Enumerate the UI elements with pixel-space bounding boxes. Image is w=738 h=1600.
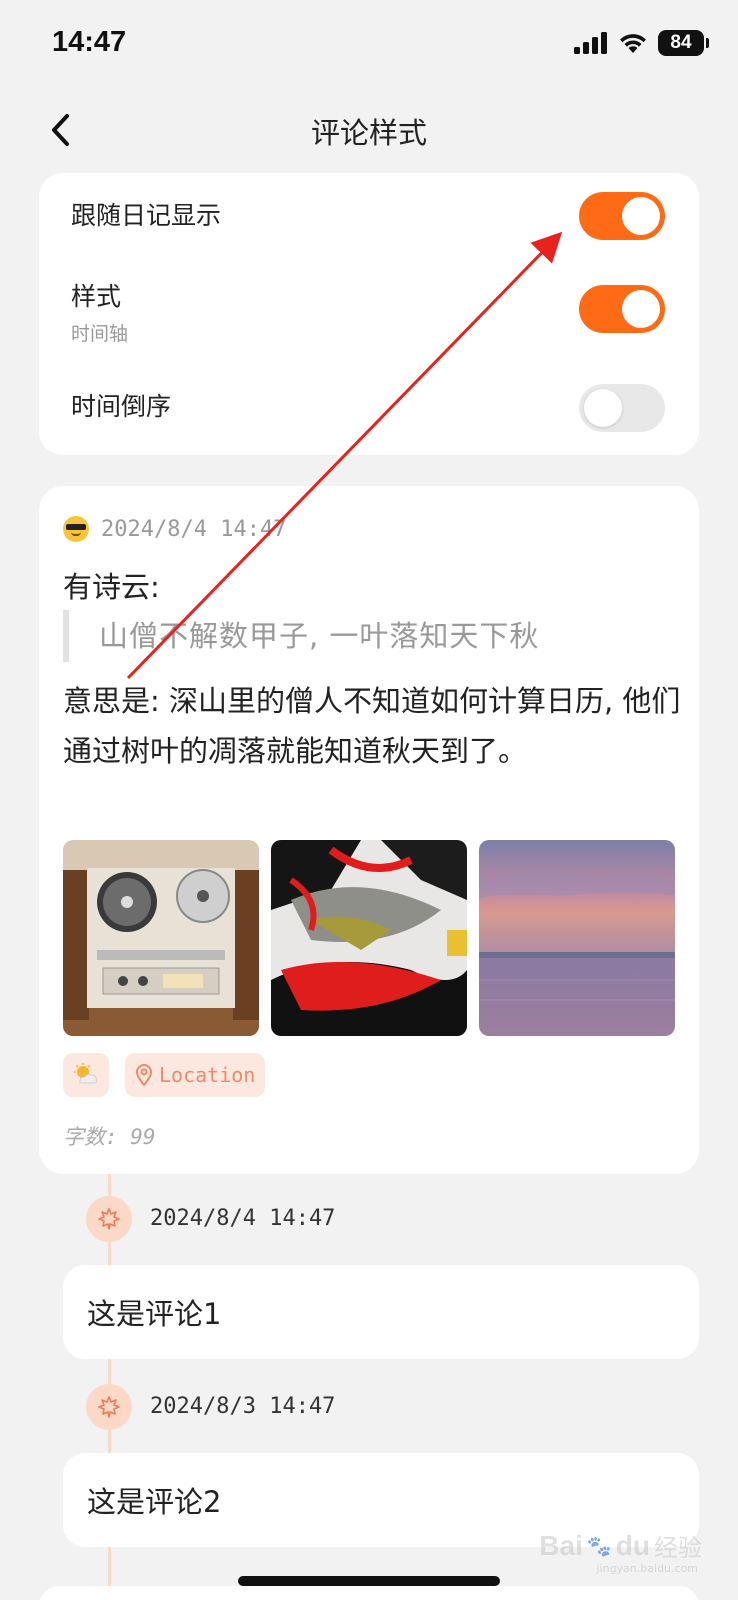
setting-label: 时间倒序 xyxy=(71,392,172,421)
photo-grid xyxy=(63,840,675,1036)
settings-card: 跟随日记显示 样式 时间轴 时间倒序 xyxy=(39,173,699,455)
setting-label: 跟随日记显示 xyxy=(71,201,222,230)
weather-tag[interactable] xyxy=(63,1053,109,1097)
diary-card[interactable]: 2024/8/4 14:47 有诗云: 山僧不解数甲子, 一叶落知天下秋 意思是… xyxy=(39,486,699,1174)
comment-text: 这是评论2 xyxy=(87,1485,222,1519)
maple-leaf-icon xyxy=(86,1196,132,1242)
location-tag[interactable]: Location xyxy=(125,1053,266,1097)
paw-icon: 🐾 xyxy=(586,1533,612,1558)
comment-date: 2024/8/3 14:47 xyxy=(150,1394,336,1419)
comment-date: 2024/8/4 14:47 xyxy=(150,1206,336,1231)
photo-sunset-sea[interactable] xyxy=(479,840,675,1036)
setting-label: 样式 xyxy=(71,282,122,311)
cool-face-icon xyxy=(63,516,89,542)
status-icons: 84 xyxy=(574,30,709,56)
battery-indicator: 84 xyxy=(658,30,709,56)
setting-sublabel: 时间轴 xyxy=(71,323,129,345)
quote-text: 山僧不解数甲子, 一叶落知天下秋 xyxy=(99,619,540,653)
setting-follow-diary: 跟随日记显示 xyxy=(71,192,665,243)
location-tag-label: Location xyxy=(159,1063,256,1087)
nav-bar: 评论样式 xyxy=(0,100,738,160)
reverse-order-toggle[interactable] xyxy=(579,384,665,432)
signal-icon xyxy=(574,32,607,54)
watermark-brand: Bai xyxy=(539,1529,583,1561)
diary-tags: Location xyxy=(63,1053,266,1097)
status-bar: 14:47 84 xyxy=(0,0,738,90)
style-toggle[interactable] xyxy=(579,285,665,333)
comment-card[interactable]: 这是评论1 xyxy=(63,1265,699,1359)
watermark-sub: 经验 xyxy=(654,1534,702,1562)
comment-card[interactable] xyxy=(39,1586,699,1600)
setting-style: 样式 时间轴 xyxy=(71,277,665,345)
photo-reel-to-reel[interactable] xyxy=(63,840,259,1036)
blockquote: 山僧不解数甲子, 一叶落知天下秋 xyxy=(63,610,539,662)
word-count: 字数: 99 xyxy=(63,1125,156,1149)
diary-body: 意思是: 深山里的僧人不知道如何计算日历, 他们通过树叶的凋落就能知道秋天到了。 xyxy=(63,684,681,768)
photo-abstract-painting[interactable] xyxy=(271,840,467,1036)
partly-sunny-icon xyxy=(74,1063,98,1084)
wifi-icon xyxy=(620,34,646,53)
diary-header: 2024/8/4 14:47 xyxy=(63,516,286,542)
watermark-brand-suffix: du xyxy=(615,1529,650,1561)
comment-text: 这是评论1 xyxy=(87,1297,222,1331)
location-pin-icon xyxy=(135,1064,153,1086)
diary-date: 2024/8/4 14:47 xyxy=(101,516,287,542)
baidu-watermark: Bai 🐾 du 经验 xyxy=(539,1528,702,1563)
page-title: 评论样式 xyxy=(310,116,427,150)
status-time: 14:47 xyxy=(52,26,127,58)
watermark-url: jingyan.baidu.com xyxy=(596,1562,698,1575)
diary-intro: 有诗云: xyxy=(63,570,160,604)
home-indicator xyxy=(238,1576,500,1586)
maple-leaf-icon xyxy=(86,1384,132,1430)
follow-diary-toggle[interactable] xyxy=(579,192,665,240)
setting-reverse-order: 时间倒序 xyxy=(71,384,665,434)
